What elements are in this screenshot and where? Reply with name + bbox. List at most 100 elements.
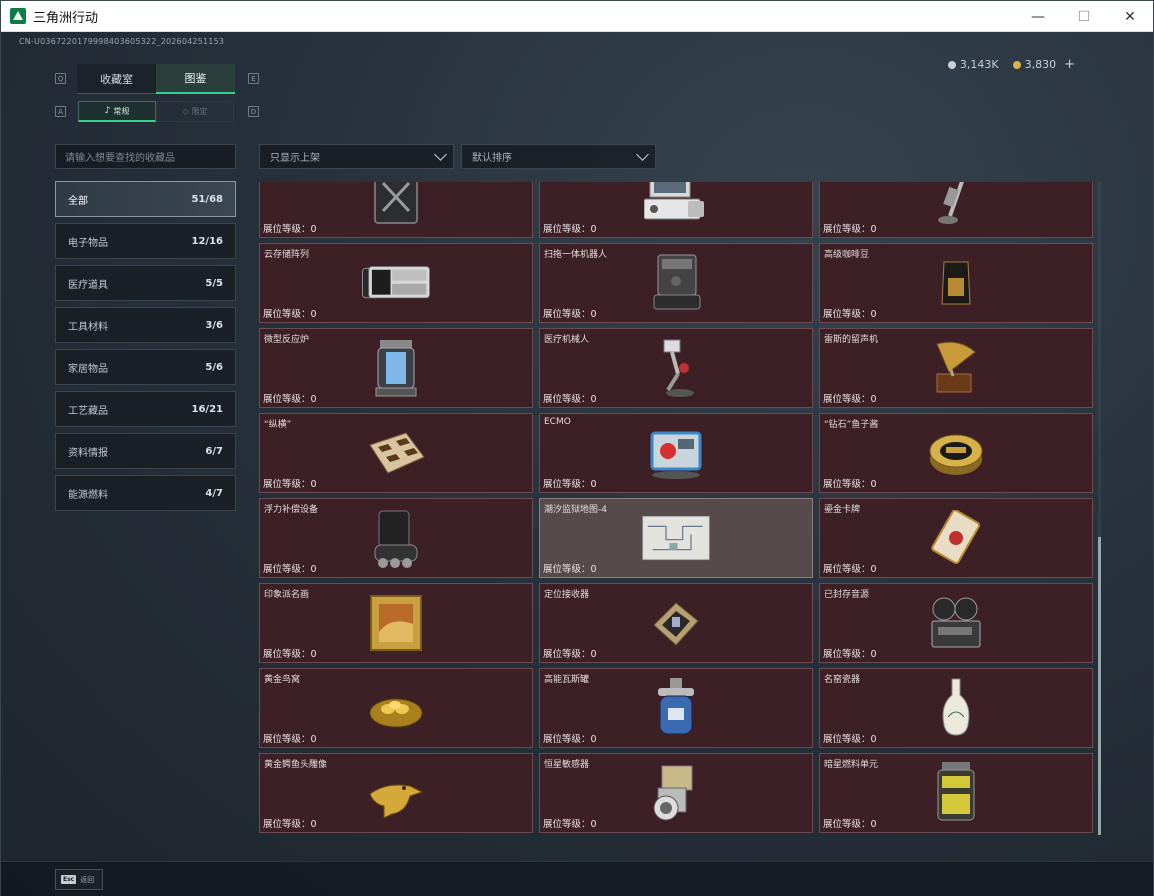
display-level: 展位等级：0 — [823, 224, 877, 235]
collectible-card[interactable]: 展位等级：0 — [259, 182, 533, 238]
collectible-card[interactable]: 微型反应炉 展位等级：0 — [259, 328, 533, 408]
painting-icon — [361, 592, 431, 654]
reactor-icon — [361, 337, 431, 399]
tab-collection-room[interactable]: 收藏室 — [77, 64, 156, 94]
item-name: 定位接收器 — [544, 590, 590, 600]
minimize-button[interactable]: — — [1015, 1, 1061, 32]
category-item[interactable]: 能源燃料 4/7 — [55, 475, 236, 511]
collectible-card[interactable]: 展位等级：0 — [539, 182, 813, 238]
search-input[interactable]: 请输入想要查找的收藏品 — [55, 144, 236, 169]
item-name: 恒星敏感器 — [544, 760, 590, 770]
sort-value: 默认排序 — [472, 153, 512, 164]
collectible-card[interactable]: 高级咖啡豆 展位等级：0 — [819, 243, 1093, 323]
collectible-card[interactable]: 黄金鸟窝 展位等级：0 — [259, 668, 533, 748]
medical-robot-icon — [641, 337, 711, 399]
item-name: 鎏金卡牌 — [824, 505, 861, 515]
category-label: 全部 — [68, 195, 88, 207]
collectible-card[interactable]: ECMO 展位等级：0 — [539, 413, 813, 493]
category-count: 51/68 — [191, 193, 223, 205]
collectible-card[interactable]: 浮力补偿设备 展位等级：0 — [259, 498, 533, 578]
collectible-card[interactable]: 展位等级：0 — [819, 182, 1093, 238]
category-count: 3/6 — [205, 319, 223, 331]
category-label: 能源燃料 — [68, 489, 108, 501]
collectible-card[interactable]: 恒星敏感器 展位等级：0 — [539, 753, 813, 833]
category-item[interactable]: 家居物品 5/6 — [55, 349, 236, 385]
collectible-card[interactable]: 雷斯的留声机 展位等级：0 — [819, 328, 1093, 408]
category-item[interactable]: 工艺藏品 16/21 — [55, 391, 236, 427]
porcelain-vase-icon — [921, 677, 991, 739]
display-level: 展位等级：0 — [823, 309, 877, 320]
collectible-card[interactable]: 潮汐监狱地图-4 展位等级：0 — [539, 498, 813, 578]
collectible-card[interactable]: 云存储阵列 展位等级：0 — [259, 243, 533, 323]
tab-limited[interactable]: ◇ 限定 — [156, 101, 234, 122]
server-case-icon — [361, 182, 431, 229]
category-item[interactable]: 全部 51/68 — [55, 181, 236, 217]
item-name: 云存储阵列 — [264, 250, 310, 260]
scrollbar-thumb[interactable] — [1098, 537, 1101, 835]
tab-codex[interactable]: 图鉴 — [156, 64, 235, 94]
collectible-card[interactable]: 医疗机械人 展位等级：0 — [539, 328, 813, 408]
category-label: 工具材料 — [68, 321, 108, 333]
item-name: “钻石”鱼子酱 — [824, 420, 879, 430]
gramophone-icon — [921, 337, 991, 399]
app-logo-icon — [10, 8, 26, 24]
shelf-filter-dropdown[interactable]: 只显示上架 — [259, 144, 454, 169]
item-name: 黄金鳄鱼头雕像 — [264, 760, 328, 770]
collectible-card[interactable]: 已封存音源展位等级：0 — [819, 583, 1093, 663]
robot-vacuum-icon — [641, 252, 711, 314]
collectible-card[interactable]: 扫拖一体机器人 展位等级：0 — [539, 243, 813, 323]
collectible-card[interactable]: 鎏金卡牌 展位等级：0 — [819, 498, 1093, 578]
item-name: 名窑瓷器 — [824, 675, 861, 685]
game-window: 三角洲行动 — ☐ ✕ CN-U0367220179998403605322_2… — [0, 0, 1154, 896]
star-sensor-icon — [641, 762, 711, 824]
item-name: 已封存音源 — [824, 590, 870, 600]
category-item[interactable]: 资料情报 6/7 — [55, 433, 236, 469]
window-title: 三角洲行动 — [33, 10, 99, 26]
currency-display: 3,143K 3,830 + — [947, 57, 1075, 72]
map-icon — [641, 507, 711, 569]
item-name: 暗星燃料单元 — [824, 760, 879, 770]
gold-amount: 3,830 — [1024, 58, 1057, 71]
collectible-card[interactable]: “钻石”鱼子酱 展位等级：0 — [819, 413, 1093, 493]
display-level: 展位等级：0 — [543, 394, 597, 405]
display-level: 展位等级：0 — [823, 649, 877, 660]
gold-coin-icon — [1012, 60, 1021, 69]
key-hint-e: E — [248, 73, 259, 84]
category-label: 工艺藏品 — [68, 405, 108, 417]
collectible-card[interactable]: 定位接收器展位等级：0 — [539, 583, 813, 663]
back-button[interactable]: Esc 返回 — [55, 869, 103, 890]
collectible-card[interactable]: 高能瓦斯罐 展位等级：0 — [539, 668, 813, 748]
display-level: 展位等级：0 — [263, 649, 317, 660]
display-level: 展位等级：0 — [263, 224, 317, 235]
category-count: 4/7 — [205, 487, 223, 499]
category-label: 资料情报 — [68, 447, 108, 459]
display-level: 展位等级：0 — [823, 734, 877, 745]
sort-dropdown[interactable]: 默认排序 — [461, 144, 656, 169]
display-level: 展位等级：0 — [543, 479, 597, 490]
collectible-card[interactable]: 名窑瓷器展位等级：0 — [819, 668, 1093, 748]
collectible-card[interactable]: 暗星燃料单元 展位等级：0 — [819, 753, 1093, 833]
close-button[interactable]: ✕ — [1107, 1, 1153, 32]
shelf-filter-value: 只显示上架 — [270, 153, 320, 164]
collectible-card[interactable]: 黄金鳄鱼头雕像 展位等级：0 — [259, 753, 533, 833]
category-count: 6/7 — [205, 445, 223, 457]
display-level: 展位等级：0 — [543, 649, 597, 660]
vacuum-icon — [921, 182, 991, 229]
golden-nest-icon — [361, 677, 431, 739]
key-hint-a: A — [55, 106, 66, 117]
display-level: 展位等级：0 — [823, 479, 877, 490]
category-item[interactable]: 医疗道具 5/5 — [55, 265, 236, 301]
coffee-bag-icon — [921, 252, 991, 314]
add-currency-button[interactable]: + — [1064, 57, 1075, 72]
category-item[interactable]: 电子物品 12/16 — [55, 223, 236, 259]
gold-card-icon — [921, 507, 991, 569]
category-item[interactable]: 工具材料 3/6 — [55, 307, 236, 343]
receiver-icon — [641, 592, 711, 654]
collectible-card[interactable]: 印象派名画 展位等级：0 — [259, 583, 533, 663]
maximize-button[interactable]: ☐ — [1061, 1, 1107, 32]
tab-regular[interactable]: ♪ 常规 — [78, 101, 156, 122]
collectible-card[interactable]: “纵横” 展位等级：0 — [259, 413, 533, 493]
display-level: 展位等级：0 — [263, 564, 317, 575]
chevron-down-icon — [434, 148, 447, 161]
display-level: 展位等级：0 — [543, 734, 597, 745]
